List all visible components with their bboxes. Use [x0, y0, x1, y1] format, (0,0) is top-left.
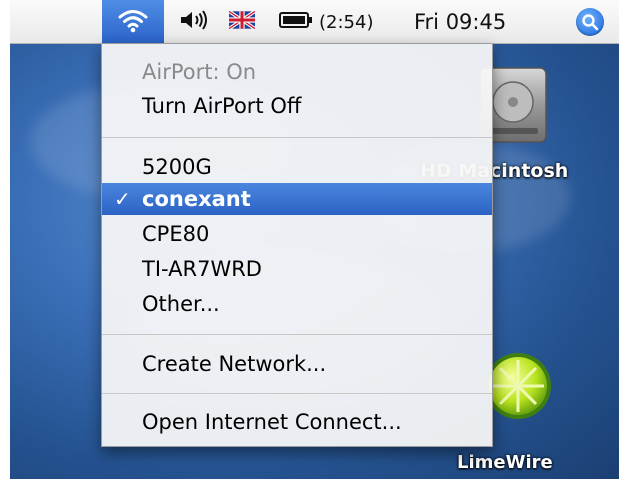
create-network-item[interactable]: Create Network...: [102, 348, 492, 380]
battery-icon: [279, 11, 313, 34]
spotlight-button[interactable]: [570, 0, 610, 44]
network-item-conexant[interactable]: ✓ conexant: [102, 183, 492, 215]
menu-separator: [102, 137, 492, 138]
open-internet-connect-item[interactable]: Open Internet Connect...: [102, 406, 492, 438]
airport-menu-extra[interactable]: [102, 0, 164, 44]
battery-menu-extra[interactable]: [276, 0, 316, 44]
menu-separator: [102, 334, 492, 335]
other-network-item[interactable]: Other...: [102, 288, 492, 320]
network-name: TI-AR7WRD: [142, 257, 262, 281]
airport-menu: AirPort: On Turn AirPort Off 5200G ✓ con…: [101, 43, 493, 447]
uk-flag-icon: [228, 9, 256, 34]
speaker-icon: [179, 9, 209, 36]
battery-time[interactable]: (2:54): [319, 0, 389, 44]
menu-separator: [102, 393, 492, 394]
limewire-label[interactable]: LimeWire: [457, 452, 553, 473]
network-name: 5200G: [142, 155, 212, 179]
menu-bar: (2:54) Fri 09:45: [10, 0, 619, 44]
network-name: conexant: [142, 187, 251, 211]
network-item-ti-ar7wrd[interactable]: TI-AR7WRD: [102, 253, 492, 285]
input-menu-extra[interactable]: [227, 0, 257, 44]
menu-clock[interactable]: Fri 09:45: [414, 0, 544, 44]
checkmark-icon: ✓: [114, 187, 131, 211]
wifi-icon: [117, 7, 149, 38]
network-name: CPE80: [142, 222, 210, 246]
screen: HD Macintosh LimeWire (2:54) Fri 09:45 A…: [0, 0, 629, 483]
magnifier-icon: [576, 8, 604, 36]
turn-airport-off-item[interactable]: Turn AirPort Off: [102, 90, 492, 122]
airport-status: AirPort: On: [142, 60, 257, 84]
network-item-5200g[interactable]: 5200G: [102, 151, 492, 183]
volume-menu-extra[interactable]: [174, 0, 214, 44]
network-item-cpe80[interactable]: CPE80: [102, 218, 492, 250]
